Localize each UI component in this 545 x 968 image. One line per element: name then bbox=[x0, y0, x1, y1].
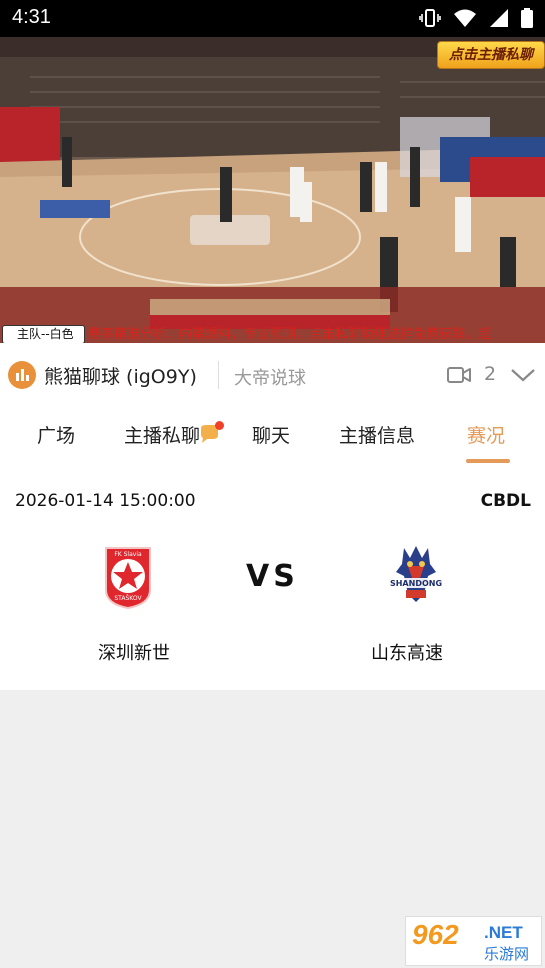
wifi-icon bbox=[454, 9, 476, 27]
ticker-marquee: 赛事精准分析、内幕爆料、专业预测，点击私聊助理进群免费获取，超 bbox=[88, 327, 492, 342]
tab-plaza[interactable]: 广场 bbox=[37, 421, 75, 448]
chevron-down-icon[interactable] bbox=[510, 366, 536, 384]
viewer-count: 2 bbox=[484, 363, 497, 385]
video-camera-icon bbox=[447, 367, 471, 383]
cellular-icon bbox=[490, 9, 508, 27]
match-card: 2026-01-14 15:00:00 CBDL FK Slavia STAŠK… bbox=[0, 467, 545, 690]
tab-bar: 广场 主播私聊 聊天 主播信息 赛况 bbox=[0, 405, 545, 467]
home-team-logo: FK Slavia STAŠKOV bbox=[105, 547, 151, 610]
room-info-bar: 熊猫聊球 (igO9Y) 大帝说球 2 bbox=[0, 343, 545, 406]
away-team-logo: SHANDONG bbox=[388, 546, 444, 602]
cta-private-chat-button[interactable]: 点击主播私聊 bbox=[437, 41, 545, 69]
tab-match-status[interactable]: 赛况 bbox=[467, 421, 505, 448]
watermark-site: 乐游网 bbox=[484, 945, 530, 963]
watermark-number: 962 bbox=[412, 919, 459, 950]
divider bbox=[218, 361, 219, 389]
versus-label: VS bbox=[246, 559, 299, 594]
vibrate-icon bbox=[419, 9, 441, 27]
away-logo-text: SHANDONG bbox=[390, 579, 442, 588]
tab-chat[interactable]: 聊天 bbox=[252, 421, 290, 448]
live-video-player[interactable]: 点击主播私聊 主队--白色 赛事精准分析、内幕爆料、专业预测，点击私聊助理进群免… bbox=[0, 37, 545, 343]
away-team-name: 山东高速 bbox=[371, 643, 443, 664]
video-frame bbox=[0, 37, 545, 343]
status-icons bbox=[419, 8, 533, 28]
site-watermark: 962 .NET 乐游网 bbox=[405, 916, 542, 966]
league-name: CBDL bbox=[480, 491, 531, 511]
watermark-suffix: .NET bbox=[484, 923, 523, 942]
home-team-name: 深圳新世 bbox=[98, 643, 170, 664]
host-name[interactable]: 大帝说球 bbox=[234, 364, 306, 390]
battery-icon bbox=[521, 8, 533, 28]
active-tab-indicator bbox=[466, 459, 510, 463]
home-team-color-label: 主队--白色 bbox=[2, 325, 85, 343]
home-logo-text-bottom: STAŠKOV bbox=[114, 595, 142, 602]
status-time: 4:31 bbox=[12, 6, 51, 28]
tab-host-info[interactable]: 主播信息 bbox=[339, 421, 415, 448]
tab-private-chat[interactable]: 主播私聊 bbox=[124, 421, 200, 448]
status-bar: 4:31 bbox=[0, 0, 545, 37]
room-name: 熊猫聊球 (igO9Y) bbox=[44, 366, 197, 388]
home-logo-text-top: FK Slavia bbox=[114, 551, 142, 558]
unread-badge bbox=[215, 421, 224, 430]
room-logo-icon bbox=[8, 361, 36, 389]
match-datetime: 2026-01-14 15:00:00 bbox=[15, 491, 196, 511]
